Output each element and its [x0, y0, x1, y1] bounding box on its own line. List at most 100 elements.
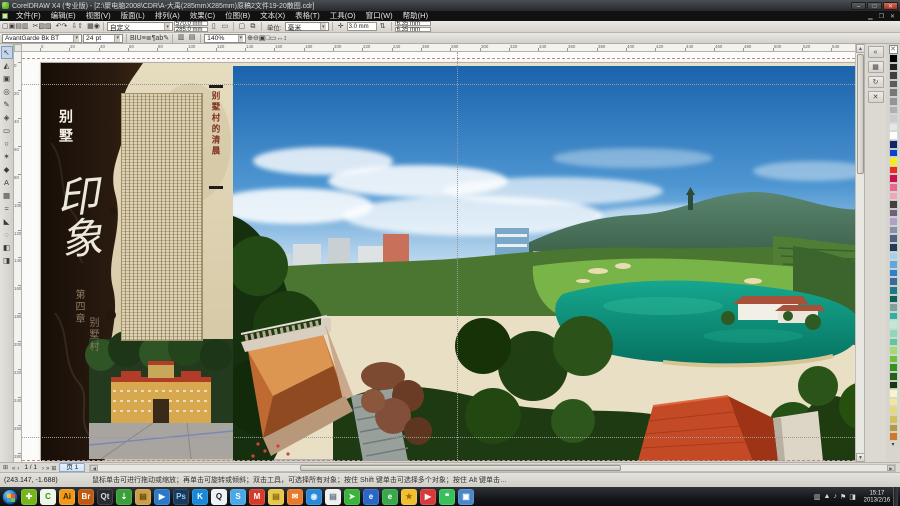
minimize-button[interactable]: –: [851, 2, 866, 10]
maximize-button[interactable]: □: [867, 2, 882, 10]
tray-volume-icon[interactable]: ♪: [833, 493, 837, 500]
color-swatch-4[interactable]: [889, 88, 898, 97]
color-swatch-41[interactable]: [889, 406, 898, 415]
view-navigator-button[interactable]: ▦: [868, 61, 884, 73]
units-combo[interactable]: 毫米▾: [285, 22, 329, 31]
zoom-level-combo[interactable]: 140%▾: [204, 34, 246, 43]
app-qq[interactable]: Q: [211, 489, 227, 505]
guide-horizontal-margin-bottom[interactable]: [22, 437, 855, 438]
color-swatch-21[interactable]: [889, 234, 898, 243]
fill-tool[interactable]: ◧: [1, 241, 13, 254]
app-media-bird[interactable]: ➤: [344, 489, 360, 505]
menu-item-6[interactable]: 位图(B): [220, 11, 255, 20]
paper-height-field[interactable]: 285.0 mm: [174, 27, 208, 32]
palette-scroll-down[interactable]: ▾: [890, 441, 895, 448]
paper-width-field[interactable]: 570.0 mm: [174, 21, 208, 26]
color-swatch-22[interactable]: [889, 243, 898, 252]
color-swatch-2[interactable]: [889, 71, 898, 80]
color-swatch-10[interactable]: [889, 140, 898, 149]
app-photoshop[interactable]: Ps: [173, 489, 189, 505]
corel-online-button[interactable]: ◉: [94, 23, 100, 30]
color-swatch-11[interactable]: [889, 149, 898, 158]
color-swatch-35[interactable]: [889, 355, 898, 364]
duplicate-y-field[interactable]: 6.35 mm: [395, 27, 431, 32]
app-files[interactable]: ▤: [135, 489, 151, 505]
menu-item-5[interactable]: 效果(C): [185, 11, 220, 20]
redo-button[interactable]: ↷: [62, 23, 68, 30]
vertical-scroll-thumb[interactable]: [857, 54, 864, 174]
new-button[interactable]: ▢: [2, 23, 9, 30]
color-swatch-29[interactable]: [889, 303, 898, 312]
menu-item-3[interactable]: 版面(L): [116, 11, 150, 20]
menu-item-1[interactable]: 编辑(E): [46, 11, 81, 20]
tray-flag-icon[interactable]: ⚑: [840, 493, 846, 501]
guide-vertical-center[interactable]: [457, 52, 458, 462]
app-youku[interactable]: ▶: [154, 489, 170, 505]
nudge-stepper[interactable]: ⇅: [378, 22, 388, 32]
doc-restore-button[interactable]: ❐: [876, 13, 887, 20]
tray-ime-icon[interactable]: ◨: [849, 493, 856, 501]
font-size-combo[interactable]: 24 pt▾: [83, 34, 123, 43]
blend-tool[interactable]: ≈: [1, 202, 13, 215]
start-button[interactable]: [2, 489, 18, 505]
app-illustrator[interactable]: Ai: [59, 489, 75, 505]
rectangle-tool[interactable]: ▭: [1, 124, 13, 137]
vertical-scrollbar[interactable]: ▲ ▼: [855, 44, 864, 462]
app-launcher-button[interactable]: ▦: [87, 23, 94, 30]
app-coreldraw[interactable]: C: [40, 489, 56, 505]
color-swatch-1[interactable]: [889, 63, 898, 72]
menu-item-7[interactable]: 文本(X): [255, 11, 290, 20]
interactive-fill-tool[interactable]: ◨: [1, 254, 13, 267]
edit-text-button[interactable]: ✎: [163, 35, 169, 42]
menu-item-10[interactable]: 窗口(W): [361, 11, 398, 20]
scroll-right-arrow[interactable]: ▶: [887, 465, 895, 471]
app-downloader[interactable]: ⇣: [116, 489, 132, 505]
color-swatch-9[interactable]: [889, 131, 898, 140]
doc-minimize-button[interactable]: ▁: [865, 13, 876, 20]
color-swatch-6[interactable]: [889, 106, 898, 115]
font-name-combo[interactable]: AvantGarde Bk BT▾: [2, 34, 82, 43]
app-wechat[interactable]: ❝: [439, 489, 455, 505]
app-360safe[interactable]: ✚: [21, 489, 37, 505]
close-button[interactable]: ✕: [883, 2, 898, 10]
app-ie[interactable]: e: [363, 489, 379, 505]
color-swatch-42[interactable]: [889, 415, 898, 424]
polygon-tool[interactable]: ✶: [1, 150, 13, 163]
no-color-swatch[interactable]: ✕: [889, 45, 898, 54]
color-swatch-8[interactable]: [889, 123, 898, 132]
layout-options-button[interactable]: ⧉: [248, 22, 258, 32]
ruler-corner[interactable]: [14, 44, 22, 52]
duplicate-x-field[interactable]: 6.35 mm: [395, 21, 431, 26]
color-swatch-16[interactable]: [889, 192, 898, 201]
app-browser[interactable]: ◉: [306, 489, 322, 505]
app-bridge[interactable]: Br: [78, 489, 94, 505]
menu-item-9[interactable]: 工具(O): [325, 11, 361, 20]
color-swatch-23[interactable]: [889, 252, 898, 261]
color-swatch-43[interactable]: [889, 424, 898, 433]
app-sogou[interactable]: S: [230, 489, 246, 505]
docker-close-button[interactable]: ✕: [868, 91, 884, 103]
app-360browser[interactable]: e: [382, 489, 398, 505]
page-tab-1[interactable]: 页 1: [59, 463, 85, 472]
view-quality-button[interactable]: ▥: [176, 33, 186, 43]
eyedropper-tool[interactable]: ◣: [1, 215, 13, 228]
tray-hidden-icons[interactable]: ▲: [824, 493, 831, 500]
app-favorites[interactable]: ★: [401, 489, 417, 505]
color-swatch-25[interactable]: [889, 269, 898, 278]
paper-type-combo[interactable]: 自定义▾: [107, 22, 173, 31]
taskbar-clock[interactable]: 15:17 2013/2/16: [864, 490, 890, 504]
color-swatch-26[interactable]: [889, 277, 898, 286]
basic-shapes-tool[interactable]: ◆: [1, 163, 13, 176]
color-swatch-32[interactable]: [889, 329, 898, 338]
paste-button[interactable]: ▨: [45, 23, 52, 30]
color-swatch-20[interactable]: [889, 226, 898, 235]
table-tool[interactable]: ▦: [1, 189, 13, 202]
color-swatch-13[interactable]: [889, 166, 898, 175]
zoom-height-button[interactable]: ↕: [283, 35, 287, 42]
color-swatch-30[interactable]: [889, 312, 898, 321]
full-screen-preview-button[interactable]: ▤: [187, 33, 197, 43]
color-swatch-40[interactable]: [889, 398, 898, 407]
color-swatch-7[interactable]: [889, 114, 898, 123]
app-notes[interactable]: ▤: [268, 489, 284, 505]
app-quark[interactable]: Qt: [97, 489, 113, 505]
